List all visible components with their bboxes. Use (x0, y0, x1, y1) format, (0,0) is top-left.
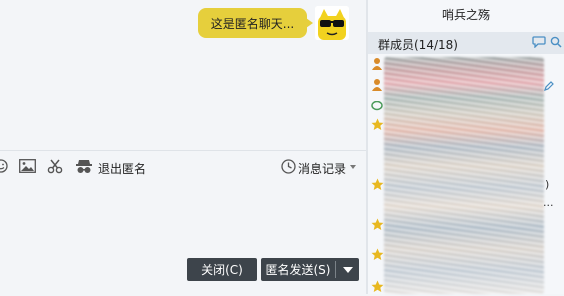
star-icon (371, 248, 384, 264)
send-button-label: 匿名发送(S) (265, 263, 331, 277)
emoji-icon[interactable] (0, 159, 8, 176)
member-suffix-text: ) (545, 178, 550, 191)
star-icon (371, 118, 384, 134)
caret-down-icon (342, 266, 353, 273)
chat-bubble: 这是匿名聊天... (198, 8, 313, 38)
blurred-member-list[interactable] (384, 57, 544, 294)
clock-icon[interactable] (281, 159, 296, 177)
members-header: 群成员(14/18) (368, 32, 564, 54)
message-history-button[interactable]: 消息记录 (298, 160, 346, 177)
edit-icon[interactable] (544, 80, 554, 94)
star-icon (371, 218, 384, 234)
close-button[interactable]: 关闭(C) (187, 258, 257, 281)
member-person-icon (371, 57, 383, 73)
member-suffix-text: ... (543, 196, 554, 209)
group-side-panel: 哨兵之殇 群成员(14/18)) ... (368, 0, 564, 294)
image-icon[interactable] (19, 159, 36, 176)
send-options-dropdown[interactable] (336, 266, 359, 273)
members-title: 群成员(14/18) (378, 38, 458, 52)
anonymous-icon[interactable] (75, 159, 93, 177)
member-person-icon (371, 78, 383, 94)
member-chat-icon (371, 100, 383, 114)
chat-bubble-text: 这是匿名聊天... (210, 16, 295, 31)
chevron-down-icon[interactable] (350, 165, 356, 169)
input-toolbar: 退出匿名 消息记录 (0, 150, 366, 183)
group-name: 哨兵之殇 (441, 7, 490, 22)
close-button-label: 关闭(C) (201, 263, 243, 277)
search-icon[interactable] (550, 36, 562, 51)
sunglasses-avatar-icon[interactable] (315, 6, 349, 40)
scissors-icon[interactable] (47, 159, 63, 177)
exit-anonymous-button[interactable]: 退出匿名 (98, 160, 146, 177)
chat-message-area: 这是匿名聊天... (0, 0, 366, 150)
chat-bubble-icon[interactable] (532, 36, 546, 51)
star-icon (371, 178, 384, 194)
anonymous-send-button[interactable]: 匿名发送(S) (261, 258, 359, 281)
